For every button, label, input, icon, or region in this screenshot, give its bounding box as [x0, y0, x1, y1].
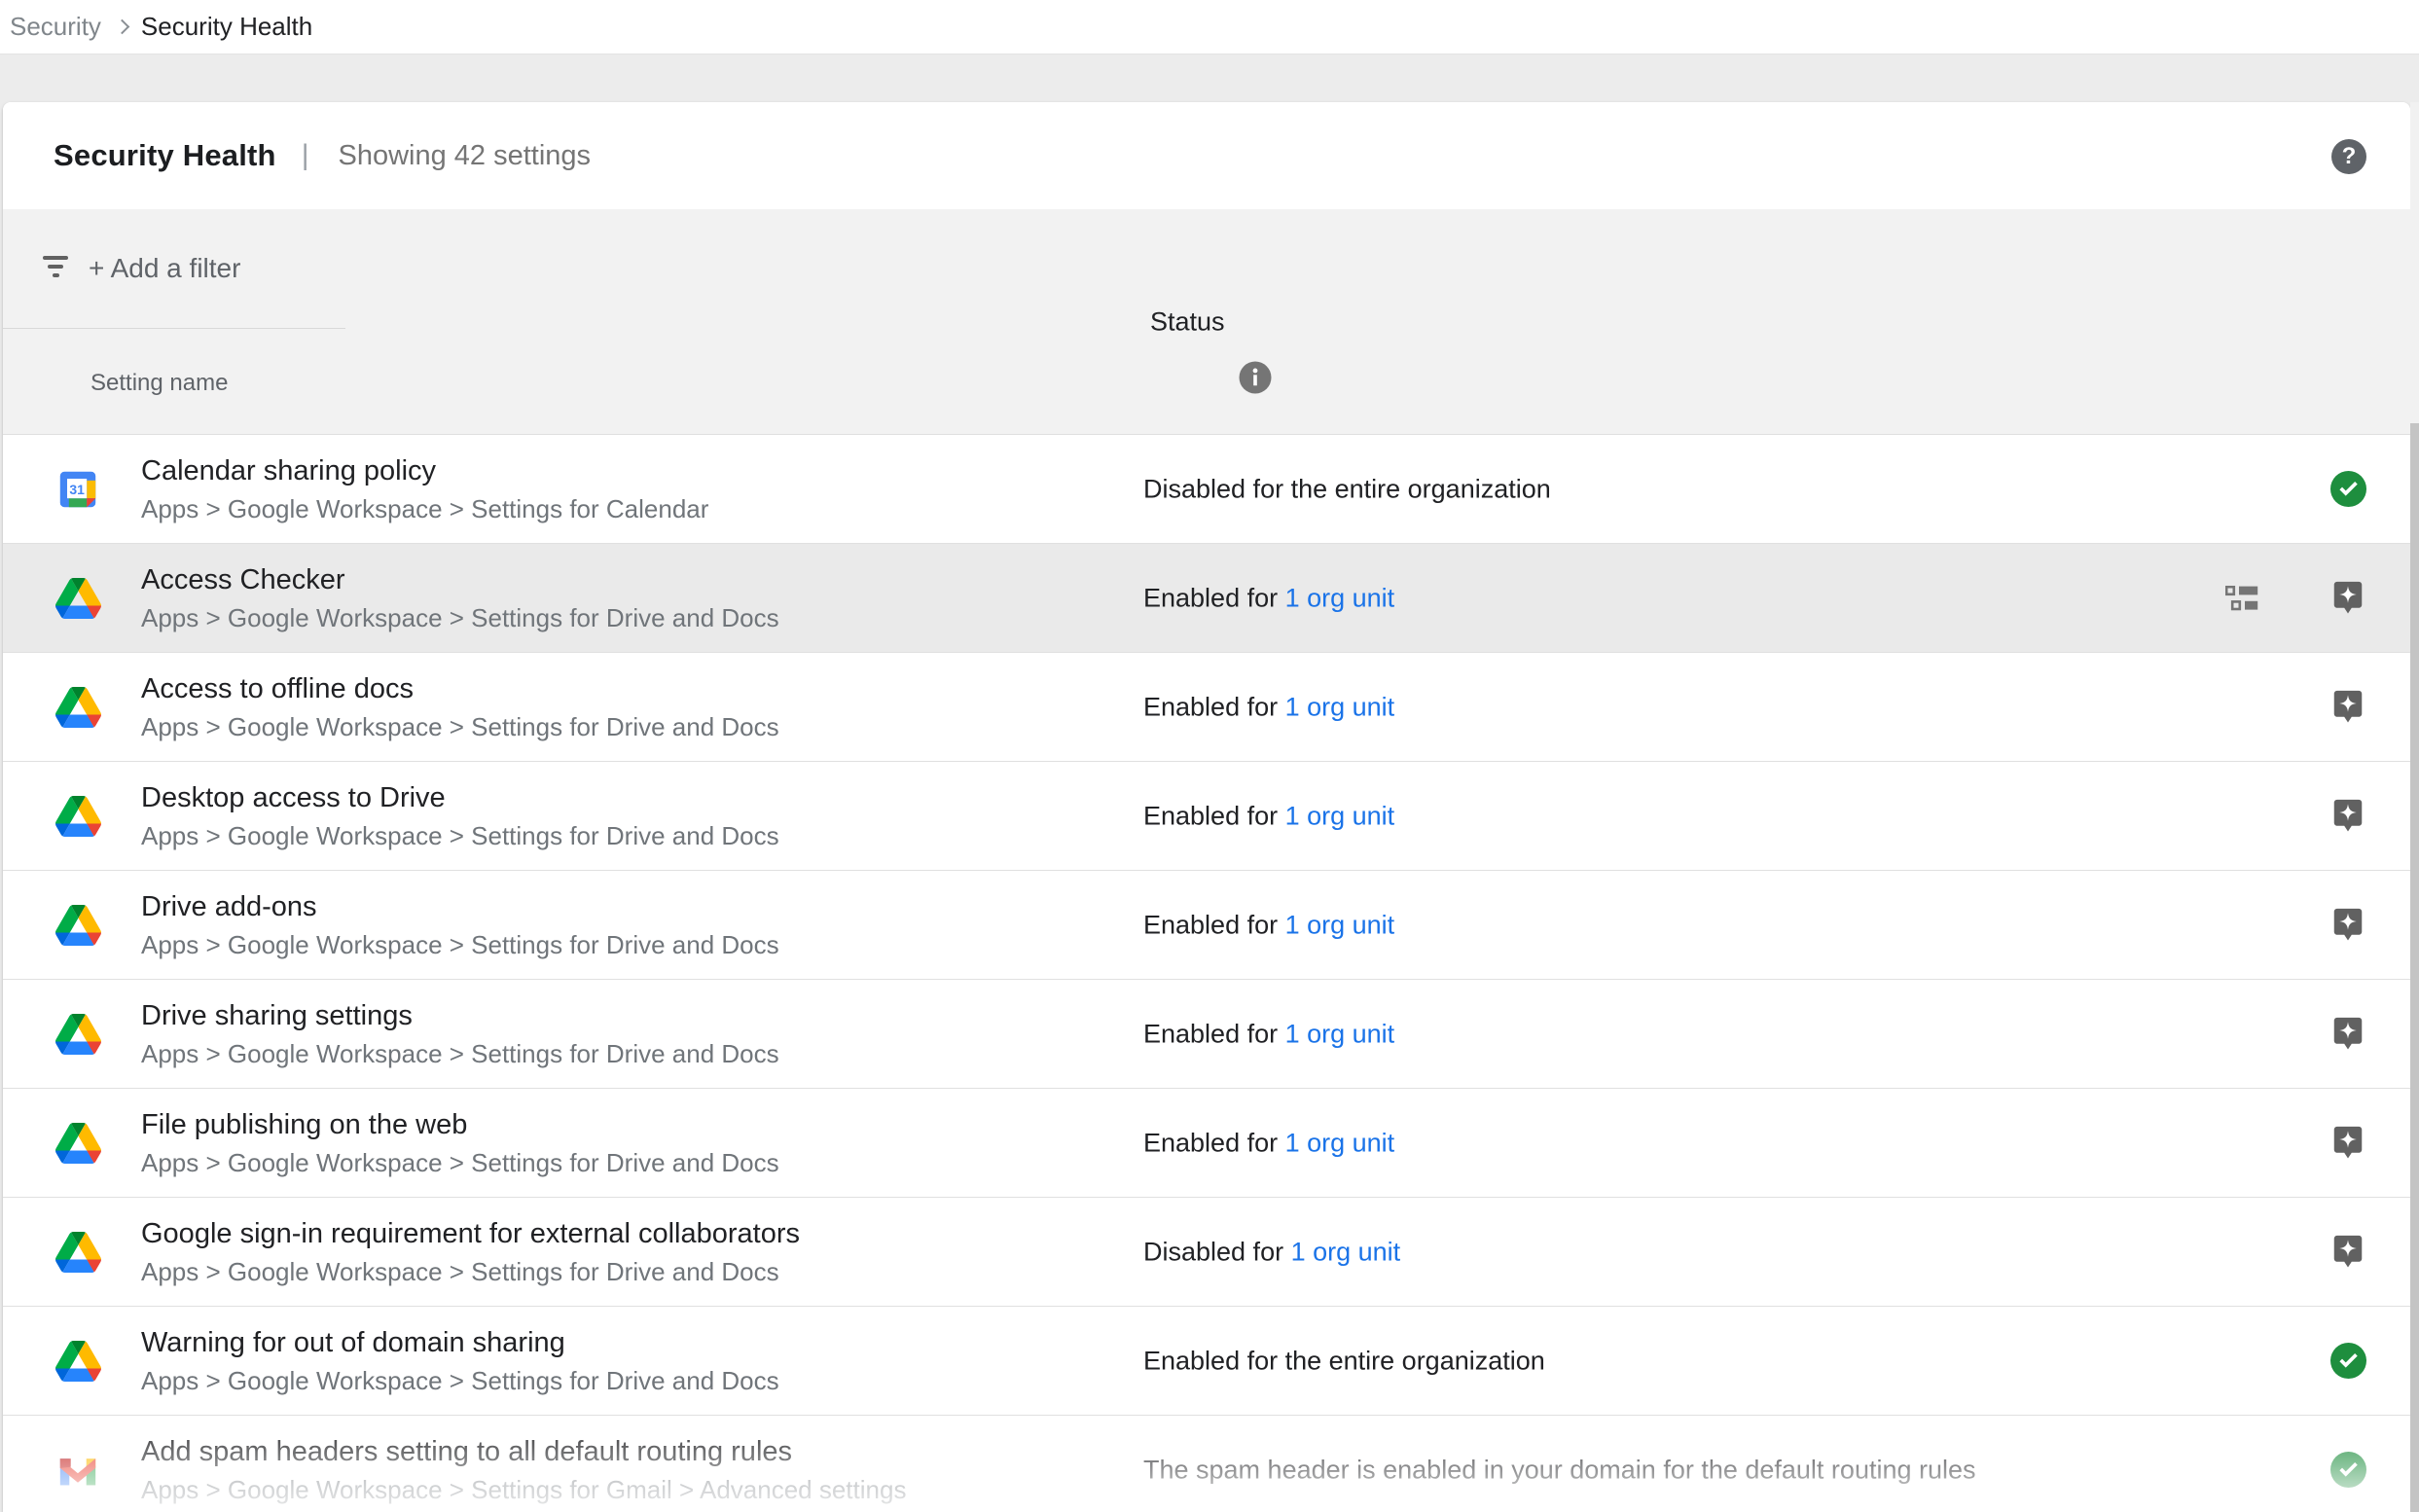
setting-path: Apps > Google Workspace > Settings for D…	[141, 1039, 779, 1069]
card-title-bar: Security Health | Showing 42 settings	[3, 102, 2410, 209]
status-ok-icon	[2329, 470, 2366, 509]
setting-path: Apps > Google Workspace > Settings for D…	[141, 821, 779, 851]
org-unit-link[interactable]: 1 org unit	[1285, 692, 1395, 721]
setting-status: Disabled for the entire organization	[1143, 474, 1551, 504]
setting-status: Enabled for 1 org unit	[1143, 583, 1394, 613]
setting-path: Apps > Google Workspace > Settings for G…	[141, 1475, 906, 1505]
breadcrumb-security-link[interactable]: Security	[10, 12, 101, 42]
help-icon[interactable]: ?	[2331, 139, 2366, 174]
title-separator: |	[302, 139, 309, 172]
setting-name: File publishing on the web	[141, 1108, 779, 1141]
page-title: Security Health	[54, 138, 276, 173]
setting-status: Enabled for 1 org unit	[1143, 1128, 1394, 1158]
org-unit-link[interactable]: 1 org unit	[1285, 910, 1395, 939]
table-row[interactable]: Google sign-in requirement for external …	[3, 1198, 2410, 1307]
setting-name: Access to offline docs	[141, 672, 779, 705]
breadcrumb-current-page: Security Health	[141, 12, 312, 42]
table-row[interactable]: File publishing on the web Apps > Google…	[3, 1089, 2410, 1198]
add-filter-button[interactable]: + Add a filter	[89, 253, 240, 284]
setting-name: Warning for out of domain sharing	[141, 1326, 779, 1359]
recommendation-badge-icon[interactable]	[2329, 906, 2366, 945]
setting-path: Apps > Google Workspace > Settings for D…	[141, 603, 779, 633]
table-row[interactable]: 31 Calendar sharing policy Apps > Google…	[3, 435, 2410, 544]
column-header-status: Status	[1150, 306, 1225, 337]
svg-text:31: 31	[69, 481, 85, 496]
google-drive-icon	[54, 1011, 101, 1058]
google-drive-icon	[54, 1120, 101, 1167]
scrollbar-thumb[interactable]	[2410, 423, 2419, 1512]
recommendation-badge-icon[interactable]	[2329, 1015, 2366, 1054]
org-unit-link[interactable]: 1 org unit	[1285, 1128, 1395, 1157]
settings-count-label: Showing 42 settings	[339, 140, 592, 172]
recommendation-badge-icon[interactable]	[2329, 1124, 2366, 1163]
setting-name: Calendar sharing policy	[141, 454, 708, 487]
filter-divider	[3, 328, 345, 329]
google-drive-icon	[54, 575, 101, 622]
breadcrumb: Security Security Health	[0, 0, 2419, 54]
setting-name: Google sign-in requirement for external …	[141, 1217, 800, 1250]
recommendation-badge-icon[interactable]	[2329, 688, 2366, 727]
setting-status: Enabled for 1 org unit	[1143, 910, 1394, 940]
setting-path: Apps > Google Workspace > Settings for D…	[141, 1257, 800, 1287]
org-unit-link[interactable]: 1 org unit	[1291, 1237, 1401, 1266]
setting-status: Enabled for 1 org unit	[1143, 692, 1394, 722]
table-row[interactable]: Access Checker Apps > Google Workspace >…	[3, 544, 2410, 653]
setting-path: Apps > Google Workspace > Settings for D…	[141, 712, 779, 742]
setting-status: The spam header is enabled in your domai…	[1143, 1455, 1976, 1485]
org-unit-link[interactable]: 1 org unit	[1285, 583, 1395, 612]
setting-path: Apps > Google Workspace > Settings for D…	[141, 930, 779, 960]
setting-name: Access Checker	[141, 563, 779, 596]
setting-path: Apps > Google Workspace > Settings for D…	[141, 1366, 779, 1396]
scrollbar-track	[2410, 102, 2419, 1512]
setting-path: Apps > Google Workspace > Settings for D…	[141, 1148, 779, 1178]
setting-name: Drive add-ons	[141, 890, 779, 923]
status-ok-icon	[2329, 1451, 2366, 1490]
setting-name: Drive sharing settings	[141, 999, 779, 1032]
google-drive-icon	[54, 1338, 101, 1385]
recommendation-badge-icon[interactable]	[2329, 797, 2366, 836]
recommendation-badge-icon[interactable]	[2329, 579, 2366, 618]
gmail-icon	[54, 1447, 101, 1494]
setting-name: Add spam headers setting to all default …	[141, 1435, 906, 1468]
security-health-card: Security Health | Showing 42 settings ? …	[3, 102, 2410, 1512]
google-drive-icon	[54, 902, 101, 949]
info-icon[interactable]	[1238, 360, 1273, 395]
setting-status: Enabled for 1 org unit	[1143, 1019, 1394, 1049]
table-row[interactable]: Access to offline docs Apps > Google Wor…	[3, 653, 2410, 762]
filter-and-header-section: + Add a filter Setting name Status	[3, 209, 2410, 435]
setting-name: Desktop access to Drive	[141, 781, 779, 814]
google-calendar-icon: 31	[54, 466, 101, 513]
table-row[interactable]: Drive sharing settings Apps > Google Wor…	[3, 980, 2410, 1089]
google-drive-icon	[54, 793, 101, 840]
setting-status: Enabled for the entire organization	[1143, 1346, 1545, 1376]
setting-status: Enabled for 1 org unit	[1143, 801, 1394, 831]
settings-table: 31 Calendar sharing policy Apps > Google…	[3, 435, 2410, 1512]
filter-funnel-icon[interactable]	[43, 256, 68, 282]
table-row[interactable]: Drive add-ons Apps > Google Workspace > …	[3, 871, 2410, 980]
table-row[interactable]: Add spam headers setting to all default …	[3, 1416, 2410, 1512]
google-drive-icon	[54, 684, 101, 731]
setting-path: Apps > Google Workspace > Settings for C…	[141, 494, 708, 524]
chevron-right-icon	[115, 19, 130, 35]
google-drive-icon	[54, 1229, 101, 1276]
column-header-setting-name: Setting name	[90, 370, 228, 397]
org-unit-link[interactable]: 1 org unit	[1285, 1019, 1395, 1048]
table-row[interactable]: Desktop access to Drive Apps > Google Wo…	[3, 762, 2410, 871]
org-units-icon	[2225, 586, 2264, 611]
setting-status: Disabled for 1 org unit	[1143, 1237, 1400, 1267]
org-unit-link[interactable]: 1 org unit	[1285, 801, 1395, 830]
recommendation-badge-icon[interactable]	[2329, 1233, 2366, 1272]
table-row[interactable]: Warning for out of domain sharing Apps >…	[3, 1307, 2410, 1416]
status-ok-icon	[2329, 1342, 2366, 1381]
